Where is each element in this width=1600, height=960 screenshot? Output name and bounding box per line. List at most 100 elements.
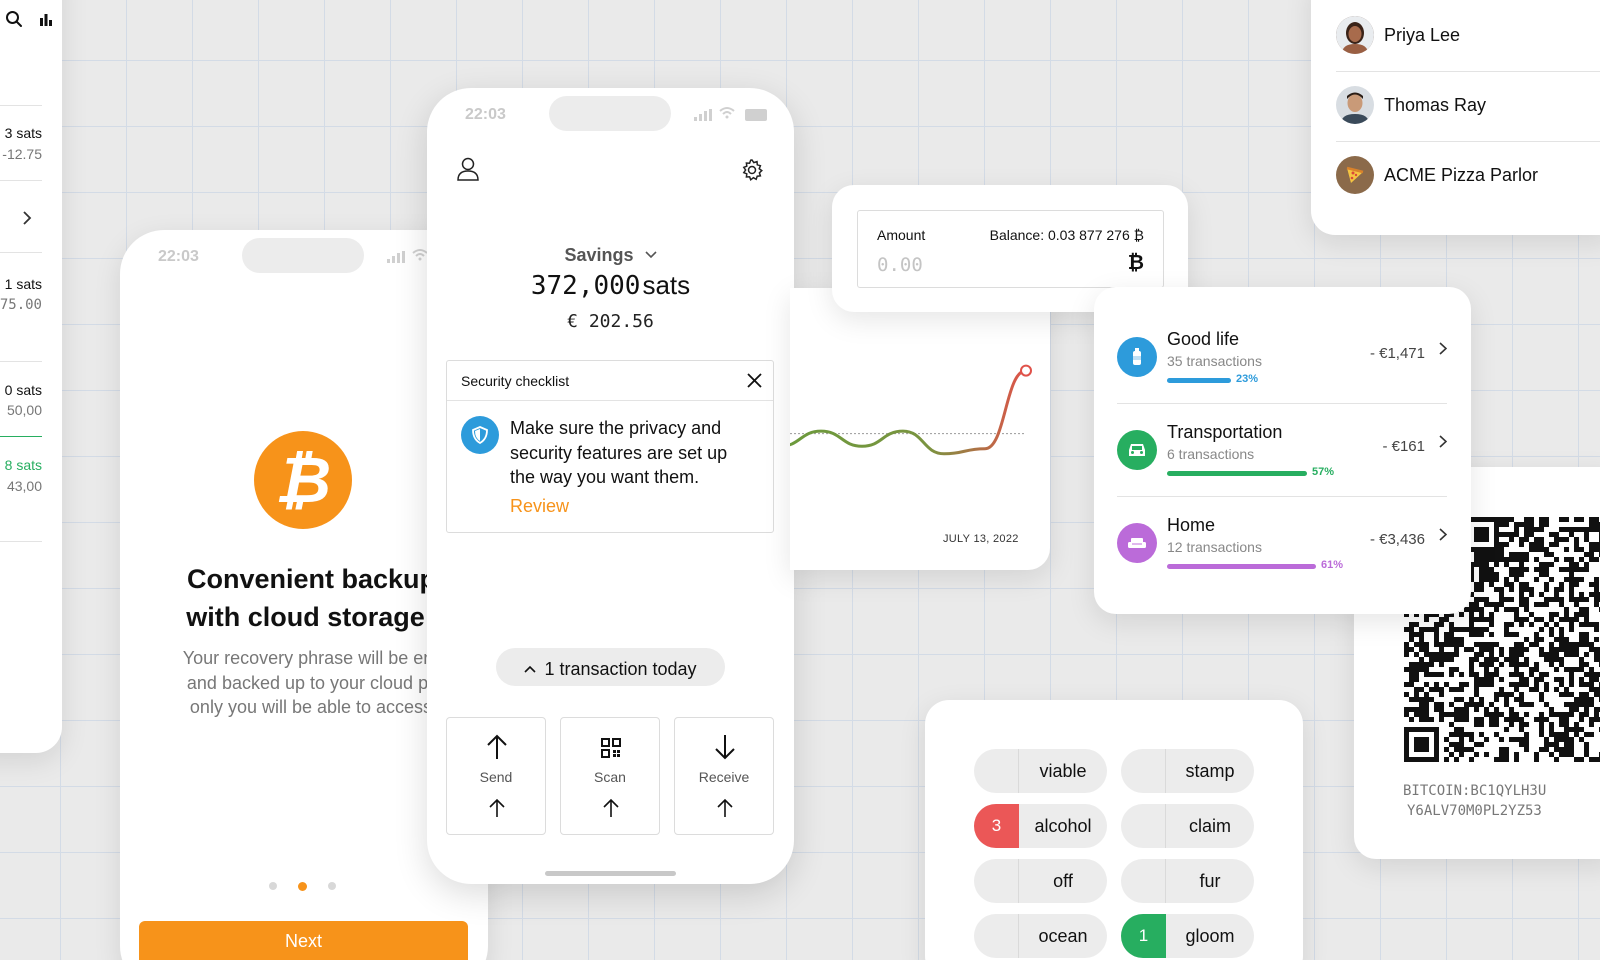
qr-module: [1549, 597, 1554, 602]
qr-finder: [1414, 737, 1429, 752]
qr-module: [1414, 692, 1419, 697]
qr-module: [1594, 652, 1599, 657]
qr-module: [1459, 697, 1464, 702]
recovery-word-pill[interactable]: stamp: [1121, 749, 1254, 793]
qr-module: [1499, 552, 1504, 557]
amount-field[interactable]: Amount Balance: 0.03 877 276 ₿ 0.00 ₿: [857, 210, 1164, 288]
profile-icon[interactable]: [457, 157, 479, 186]
qr-module: [1439, 717, 1444, 722]
amount-input[interactable]: 0.00: [877, 254, 923, 276]
scan-button[interactable]: Scan: [560, 717, 660, 835]
qr-module: [1564, 617, 1569, 622]
qr-module: [1484, 647, 1489, 652]
pager-dot-active[interactable]: [298, 882, 307, 891]
qr-module: [1504, 532, 1509, 537]
qr-module: [1554, 532, 1559, 537]
transactions-today-pill[interactable]: 1 transaction today: [496, 648, 725, 686]
qr-module: [1424, 717, 1429, 722]
qr-module: [1584, 567, 1589, 572]
pager-dots[interactable]: [268, 881, 340, 891]
qr-module: [1539, 712, 1544, 717]
qr-module: [1579, 712, 1584, 717]
qr-module: [1499, 557, 1504, 562]
review-link[interactable]: Review: [510, 496, 569, 517]
contact-row[interactable]: Priya Lee: [1336, 0, 1600, 67]
receive-button[interactable]: Receive: [674, 717, 774, 835]
qr-module: [1424, 702, 1429, 707]
wifi-icon: [412, 248, 428, 266]
qr-module: [1594, 582, 1599, 587]
next-button[interactable]: Next: [139, 921, 468, 960]
qr-module: [1454, 727, 1459, 732]
budget-percent: 57%: [1312, 466, 1335, 478]
qr-module: [1509, 622, 1514, 627]
recovery-word-pill[interactable]: off: [974, 859, 1107, 903]
pager-dot[interactable]: [328, 882, 336, 890]
qr-module: [1579, 682, 1584, 687]
recovery-word-pill[interactable]: viable: [974, 749, 1107, 793]
budget-progress-fill: [1167, 564, 1316, 569]
qr-module: [1494, 672, 1499, 677]
qr-module: [1539, 732, 1544, 737]
pager-dot[interactable]: [269, 882, 277, 890]
qr-module: [1484, 682, 1489, 687]
qr-module: [1519, 617, 1524, 622]
qr-module: [1419, 627, 1424, 632]
budget-row[interactable]: Transportation 6 transactions 57% - €161: [1117, 410, 1448, 503]
bar-chart-icon[interactable]: [39, 12, 53, 31]
qr-module: [1409, 647, 1414, 652]
bitcoin-unit-icon: ₿: [1127, 252, 1144, 274]
qr-module: [1539, 727, 1544, 732]
status-time: 22:03: [158, 248, 199, 265]
budget-count: 12 transactions: [1167, 539, 1262, 555]
recovery-word-pill[interactable]: fur: [1121, 859, 1254, 903]
qr-module: [1564, 667, 1569, 672]
contact-row[interactable]: ACME Pizza Parlor: [1336, 138, 1600, 207]
qr-module: [1534, 717, 1539, 722]
close-icon[interactable]: [747, 373, 762, 393]
qr-module: [1584, 552, 1589, 557]
qr-module: [1499, 757, 1504, 762]
qr-module: [1519, 702, 1524, 707]
recovery-word-pill[interactable]: 3 alcohol: [974, 804, 1107, 848]
qr-module: [1489, 662, 1494, 667]
recovery-word-pill[interactable]: ocean: [974, 914, 1107, 958]
bitcoin-address[interactable]: BITCOIN:BC1QYLH3U Y6ALV70M0PL2YZ53: [1403, 781, 1546, 821]
arrow-up-icon: [489, 798, 505, 823]
qr-module: [1564, 752, 1569, 757]
chevron-right-icon[interactable]: [1439, 342, 1448, 360]
qr-module: [1454, 642, 1459, 647]
qr-module: [1439, 652, 1444, 657]
gear-icon[interactable]: [740, 158, 764, 187]
recovery-word-pill[interactable]: claim: [1121, 804, 1254, 848]
qr-module: [1584, 532, 1589, 537]
budget-row[interactable]: Home 12 transactions 61% - €3,436: [1117, 503, 1448, 596]
qr-module: [1529, 532, 1534, 537]
contact-row[interactable]: Thomas Ray: [1336, 68, 1600, 137]
recovery-word-pill[interactable]: 1 gloom: [1121, 914, 1254, 958]
qr-module: [1589, 757, 1594, 762]
qr-module: [1524, 587, 1529, 592]
qr-module: [1514, 612, 1519, 617]
send-button[interactable]: Send: [446, 717, 546, 835]
qr-module: [1489, 712, 1494, 717]
qr-module: [1549, 532, 1554, 537]
chevron-right-icon[interactable]: [1439, 528, 1448, 546]
qr-module: [1459, 672, 1464, 677]
qr-module: [1494, 602, 1499, 607]
chevron-right-icon[interactable]: [22, 210, 32, 231]
budget-row[interactable]: Good life 35 transactions 23% - €1,471: [1117, 317, 1448, 410]
qr-module: [1424, 652, 1429, 657]
qr-module: [1559, 712, 1564, 717]
qr-module: [1569, 702, 1574, 707]
qr-module: [1404, 667, 1409, 672]
qr-module: [1569, 677, 1574, 682]
account-selector[interactable]: Savings: [427, 243, 794, 266]
qr-module: [1474, 682, 1479, 687]
qr-module: [1594, 757, 1599, 762]
qr-module: [1514, 737, 1519, 742]
qr-module: [1504, 577, 1509, 582]
search-icon[interactable]: [5, 10, 23, 33]
qr-module: [1499, 712, 1504, 717]
chevron-right-icon[interactable]: [1439, 435, 1448, 453]
